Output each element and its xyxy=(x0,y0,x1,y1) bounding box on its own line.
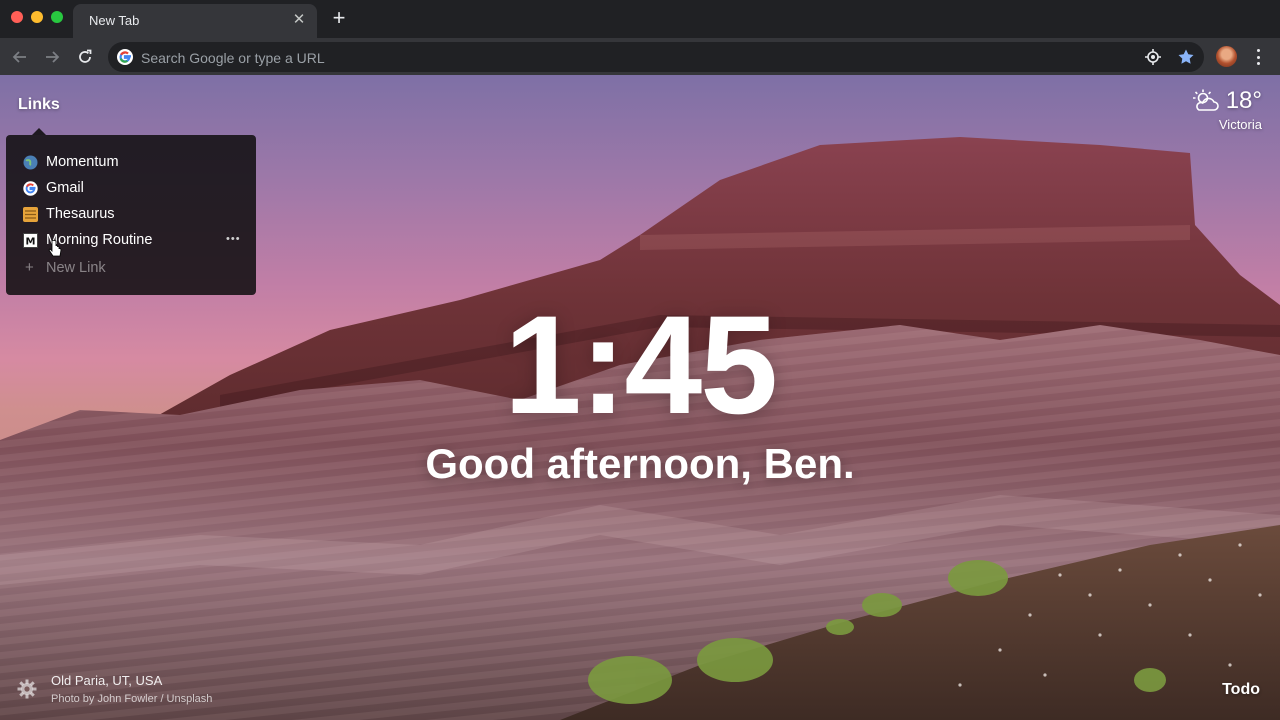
gear-icon[interactable] xyxy=(17,679,37,699)
momentum-globe-icon xyxy=(23,155,38,170)
reload-button[interactable] xyxy=(74,46,96,68)
momentum-dashboard: Links Momentum Gmail Thesaurus M Morning… xyxy=(0,75,1280,720)
link-label: Thesaurus xyxy=(46,206,115,222)
medium-icon: M xyxy=(23,233,38,248)
weather-temperature: 18° xyxy=(1225,87,1262,114)
tab-strip: New Tab ✕ + xyxy=(0,0,1280,38)
links-panel: Momentum Gmail Thesaurus M Morning Routi… xyxy=(6,135,256,295)
reload-icon xyxy=(79,49,92,63)
star-icon[interactable] xyxy=(1177,48,1195,66)
greeting: Good afternoon, Ben. xyxy=(425,440,855,487)
link-label: Gmail xyxy=(46,180,84,196)
links-panel-caret xyxy=(32,128,46,135)
tab-new-tab[interactable]: New Tab ✕ xyxy=(73,4,317,38)
avatar[interactable] xyxy=(1216,46,1237,67)
weather-location: Victoria xyxy=(1218,117,1262,132)
location-target-icon[interactable] xyxy=(1145,49,1161,65)
photo-credit[interactable]: Photo by John Fowler / Unsplash xyxy=(51,693,212,705)
link-label: Momentum xyxy=(46,154,119,170)
links-toggle[interactable]: Links xyxy=(18,96,60,114)
svg-text:M: M xyxy=(26,237,36,248)
new-tab-button[interactable]: + xyxy=(328,7,350,29)
toolbar: Search Google or type a URL xyxy=(0,38,1280,75)
omnibox[interactable]: Search Google or type a URL xyxy=(108,42,1204,72)
omnibox-placeholder: Search Google or type a URL xyxy=(141,50,325,66)
link-item-morning-routine[interactable]: M Morning Routine ••• xyxy=(6,229,256,255)
more-options-icon[interactable]: ••• xyxy=(226,234,240,245)
close-window-button[interactable] xyxy=(11,11,23,23)
photo-location[interactable]: Old Paria, UT, USA xyxy=(51,673,162,688)
forward-button[interactable] xyxy=(41,46,63,68)
arrow-right-icon xyxy=(46,51,60,63)
minimize-window-button[interactable] xyxy=(31,11,43,23)
partly-cloudy-icon xyxy=(1192,89,1219,111)
todo-toggle[interactable]: Todo xyxy=(1222,681,1260,699)
mouse-pointer-icon xyxy=(48,240,62,257)
close-tab-icon[interactable]: ✕ xyxy=(290,11,308,29)
clock: 1:45 xyxy=(503,286,778,443)
maximize-window-button[interactable] xyxy=(51,11,63,23)
new-link-label: New Link xyxy=(46,260,106,276)
new-link-button[interactable]: + New Link xyxy=(6,255,256,281)
google-g-icon xyxy=(117,49,133,65)
arrow-left-icon xyxy=(12,51,26,63)
link-item-momentum[interactable]: Momentum xyxy=(6,151,256,177)
link-item-thesaurus[interactable]: Thesaurus xyxy=(6,203,256,229)
plus-icon: + xyxy=(25,259,34,276)
tab-title: New Tab xyxy=(89,13,140,28)
kebab-menu-icon[interactable] xyxy=(1250,46,1266,68)
weather-widget[interactable]: 18° Victoria xyxy=(1192,87,1262,132)
google-icon xyxy=(23,181,38,196)
thesaurus-icon xyxy=(23,207,38,222)
link-item-gmail[interactable]: Gmail xyxy=(6,177,256,203)
back-button[interactable] xyxy=(9,46,31,68)
